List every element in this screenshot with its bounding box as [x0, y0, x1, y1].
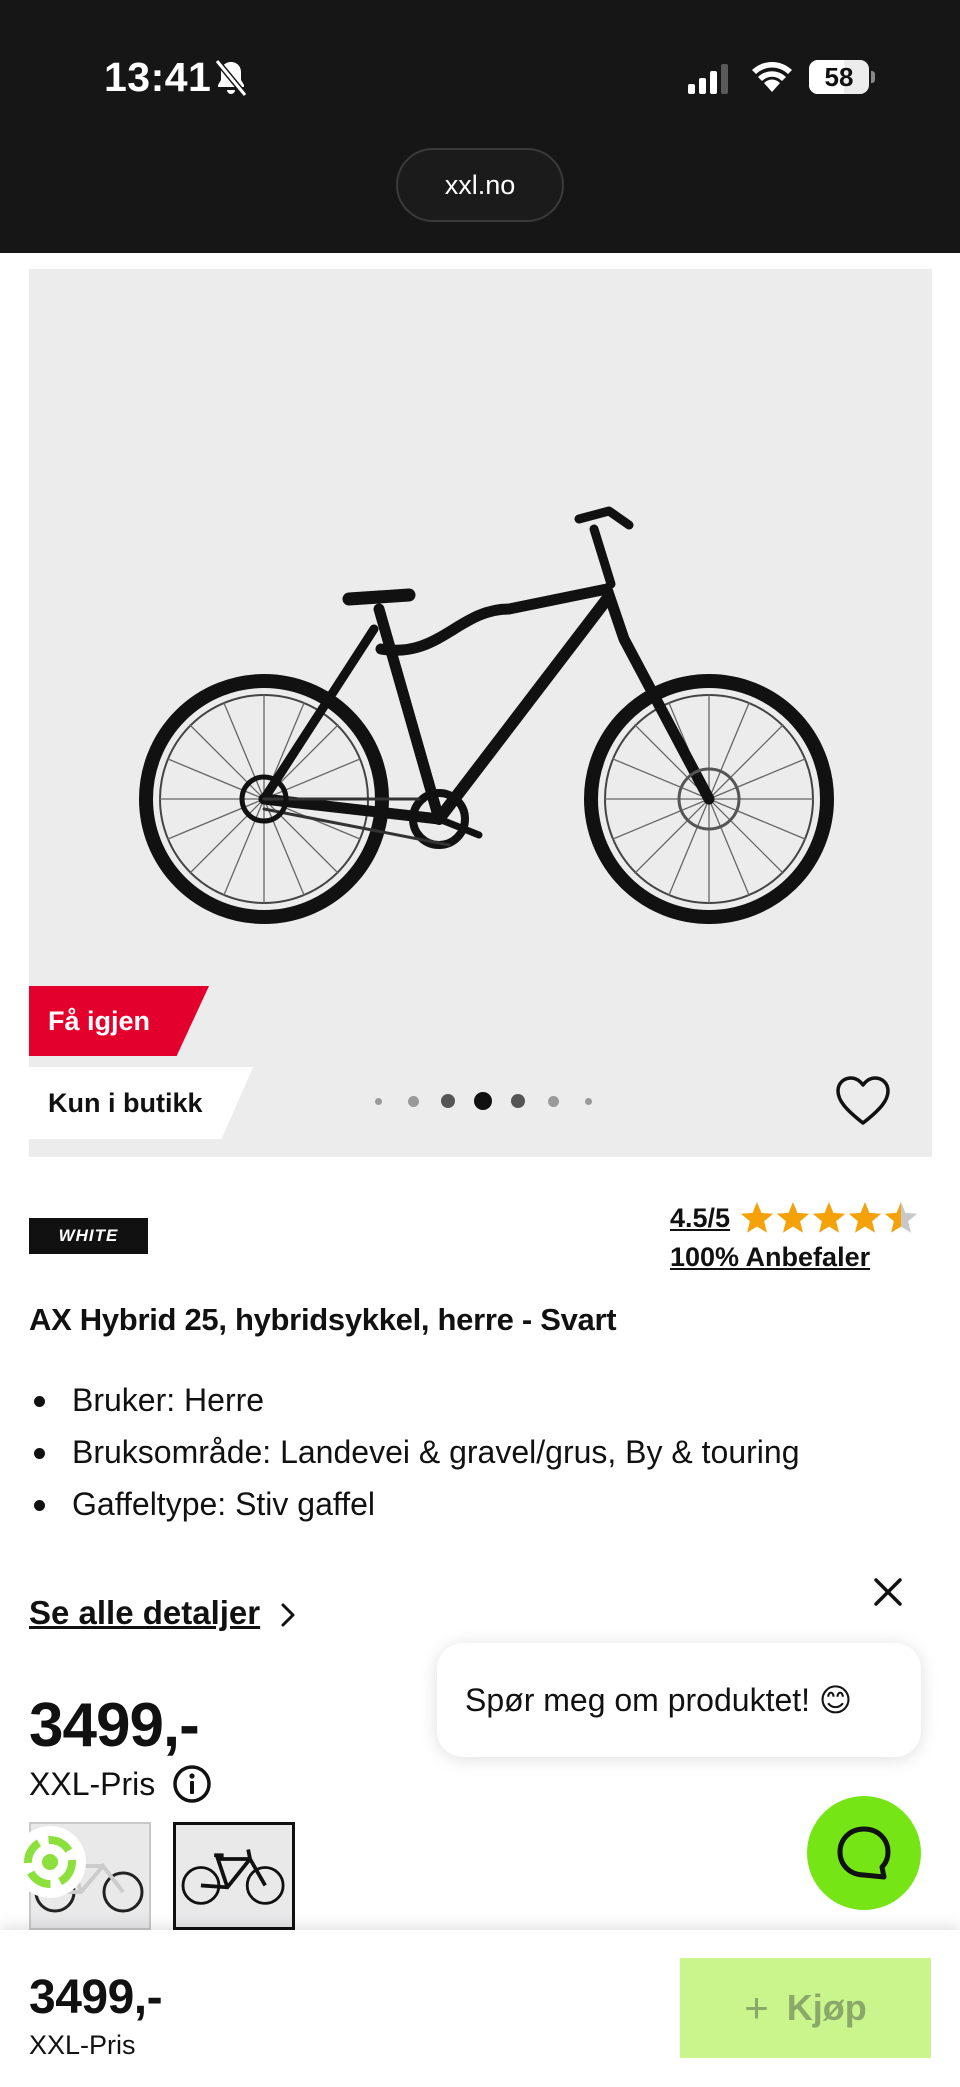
status-bar: 13:41 58 xxl.no	[0, 0, 960, 253]
price-label: XXL-Pris	[29, 1766, 156, 1802]
bottom-purchase-bar: 3499,- XXL-Pris + Kjøp	[0, 1930, 960, 2087]
chat-prompt-bubble[interactable]: Spør meg om produktet! 😊	[437, 1643, 921, 1757]
carousel-dot-active[interactable]	[474, 1092, 492, 1110]
wifi-icon	[752, 62, 792, 92]
star-icon	[740, 1202, 774, 1233]
carousel-dot[interactable]	[407, 1095, 419, 1107]
bottom-price-label: XXL-Pris	[29, 2030, 136, 2060]
star-icon	[884, 1202, 918, 1233]
cellular-signal-icon	[688, 64, 728, 94]
product-image-carousel[interactable]: Få igjen Kun i butikk	[29, 269, 932, 1157]
chat-bubble-icon	[837, 1826, 891, 1880]
bike-product-image	[139, 506, 834, 924]
bell-muted-icon	[214, 59, 248, 97]
plus-icon: +	[744, 1984, 769, 2031]
see-all-details-link[interactable]: Se alle detaljer	[29, 1594, 260, 1632]
carousel-dot[interactable]	[374, 1097, 382, 1105]
rating-score[interactable]: 4.5/5	[670, 1203, 730, 1234]
buy-button[interactable]: + Kjøp	[680, 1958, 931, 2058]
feature-item: Gaffeltype: Stiv gaffel	[29, 1478, 799, 1530]
battery-indicator: 58	[809, 60, 875, 94]
feature-item: Bruksområde: Landevei & gravel/grus, By …	[29, 1426, 799, 1478]
badge-kun-i-butikk: Kun i butikk	[29, 1067, 253, 1139]
battery-level: 58	[824, 62, 854, 92]
carousel-dot[interactable]	[584, 1097, 592, 1105]
star-rating-icon	[740, 1202, 918, 1233]
chat-button[interactable]	[807, 1796, 921, 1910]
info-icon[interactable]	[172, 1764, 212, 1804]
rating[interactable]: 4.5/5	[670, 1200, 920, 1236]
buy-button-label: Kjøp	[786, 1987, 867, 2028]
carousel-dot[interactable]	[441, 1094, 455, 1108]
status-time: 13:41	[104, 54, 212, 100]
product-price: 3499,-	[29, 1691, 200, 1760]
recycle-icon[interactable]	[14, 1826, 86, 1898]
carousel-dot[interactable]	[547, 1095, 559, 1107]
badge-fa-igjen: Få igjen	[29, 986, 209, 1056]
thumbnail-black-bike[interactable]	[173, 1822, 295, 1930]
product-features: Bruker: Herre Bruksområde: Landevei & gr…	[29, 1374, 799, 1530]
recommend-link[interactable]: 100% Anbefaler	[670, 1242, 870, 1273]
url-bar[interactable]: xxl.no	[396, 148, 564, 222]
feature-item: Bruker: Herre	[29, 1374, 799, 1426]
bottom-price: 3499,-	[29, 1971, 163, 2024]
chevron-right-icon	[281, 1603, 295, 1627]
brand-logo[interactable]: WHITE	[29, 1218, 148, 1254]
close-icon[interactable]	[870, 1574, 906, 1610]
star-icon	[776, 1202, 810, 1233]
star-icon	[848, 1202, 882, 1233]
carousel-dot[interactable]	[511, 1094, 525, 1108]
star-icon	[812, 1202, 846, 1233]
heart-icon[interactable]	[835, 1075, 891, 1127]
carousel-dots[interactable]	[366, 1089, 606, 1113]
product-title: AX Hybrid 25, hybridsykkel, herre - Svar…	[29, 1302, 617, 1337]
